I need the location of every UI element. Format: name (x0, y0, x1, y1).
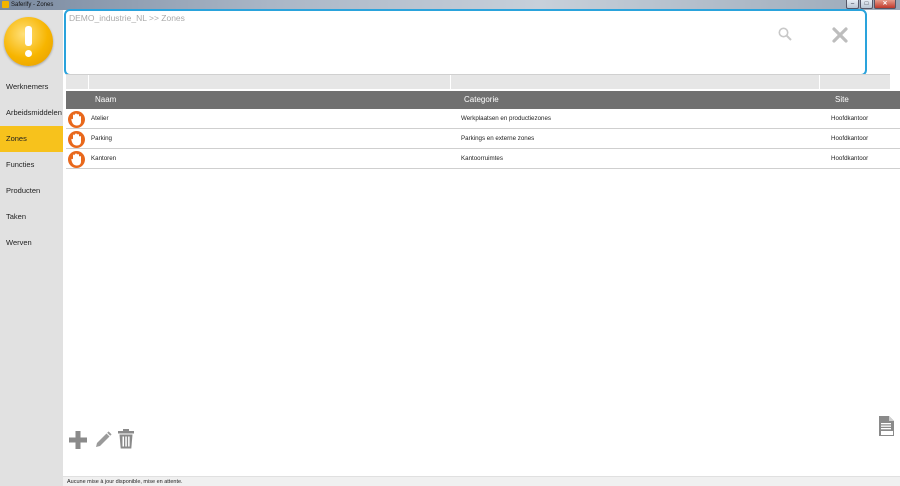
sidebar-item-producten[interactable]: Producten (0, 178, 63, 204)
cell-categorie: Werkplaatsen en productiezones (461, 115, 552, 122)
column-header-site[interactable]: Site (835, 91, 849, 109)
document-export-icon[interactable] (878, 416, 896, 437)
hand-stop-icon (68, 131, 85, 148)
sidebar-item-werven[interactable]: Werven (0, 230, 63, 256)
hand-stop-icon (68, 111, 85, 128)
cell-naam: Parking (91, 135, 112, 142)
app-icon (2, 1, 9, 8)
cell-site: Hoofdkantoor (831, 135, 869, 142)
sidebar: Werknemers Arbeidsmiddelen Zones Functie… (0, 10, 63, 486)
trash-icon[interactable] (117, 429, 135, 449)
plus-icon[interactable] (68, 430, 88, 450)
breadcrumb: DEMO_industrie_NL >> Zones (69, 13, 185, 23)
sidebar-nav: Werknemers Arbeidsmiddelen Zones Functie… (0, 74, 63, 256)
cell-naam: Kantoren (91, 155, 117, 162)
minimize-button[interactable]: – (846, 0, 859, 9)
column-header-naam[interactable]: Naam (95, 91, 116, 109)
table-row[interactable]: Kantoren Kantoorruimtes Hoofdkantoor (66, 149, 900, 169)
cell-naam: Atelier (91, 115, 109, 122)
cell-categorie: Parkings en externe zones (461, 135, 535, 142)
close-window-button[interactable]: ✕ (874, 0, 896, 9)
cell-categorie: Kantoorruimtes (461, 155, 503, 162)
table-body: Atelier Werkplaatsen en productiezones H… (66, 109, 900, 169)
pencil-icon[interactable] (94, 431, 112, 449)
exclamation-warning-icon (4, 17, 53, 66)
sidebar-item-zones[interactable]: Zones (0, 126, 63, 152)
search-icon[interactable] (778, 27, 792, 41)
table-header: Naam Categorie Site (66, 91, 900, 109)
table-row[interactable]: Atelier Werkplaatsen en productiezones H… (66, 109, 900, 129)
status-bar: Aucune mise à jour disponible, mise en a… (63, 476, 900, 486)
maximize-button[interactable]: □ (860, 0, 873, 9)
sidebar-item-arbeidsmiddelen[interactable]: Arbeidsmiddelen (0, 100, 63, 126)
table-row[interactable]: Parking Parkings en externe zones Hoofdk… (66, 129, 900, 149)
search-panel[interactable]: DEMO_industrie_NL >> Zones (64, 9, 867, 76)
cell-site: Hoofdkantoor (831, 155, 869, 162)
column-header-categorie[interactable]: Categorie (464, 91, 499, 109)
sidebar-item-functies[interactable]: Functies (0, 152, 63, 178)
sidebar-item-taken[interactable]: Taken (0, 204, 63, 230)
column-filter-row (66, 74, 890, 90)
close-icon[interactable] (832, 27, 848, 43)
hand-stop-icon (68, 151, 85, 168)
status-text: Aucune mise à jour disponible, mise en a… (67, 479, 183, 485)
sidebar-item-werknemers[interactable]: Werknemers (0, 74, 63, 100)
cell-site: Hoofdkantoor (831, 115, 869, 122)
window-title: Saferify - Zones (11, 2, 54, 8)
